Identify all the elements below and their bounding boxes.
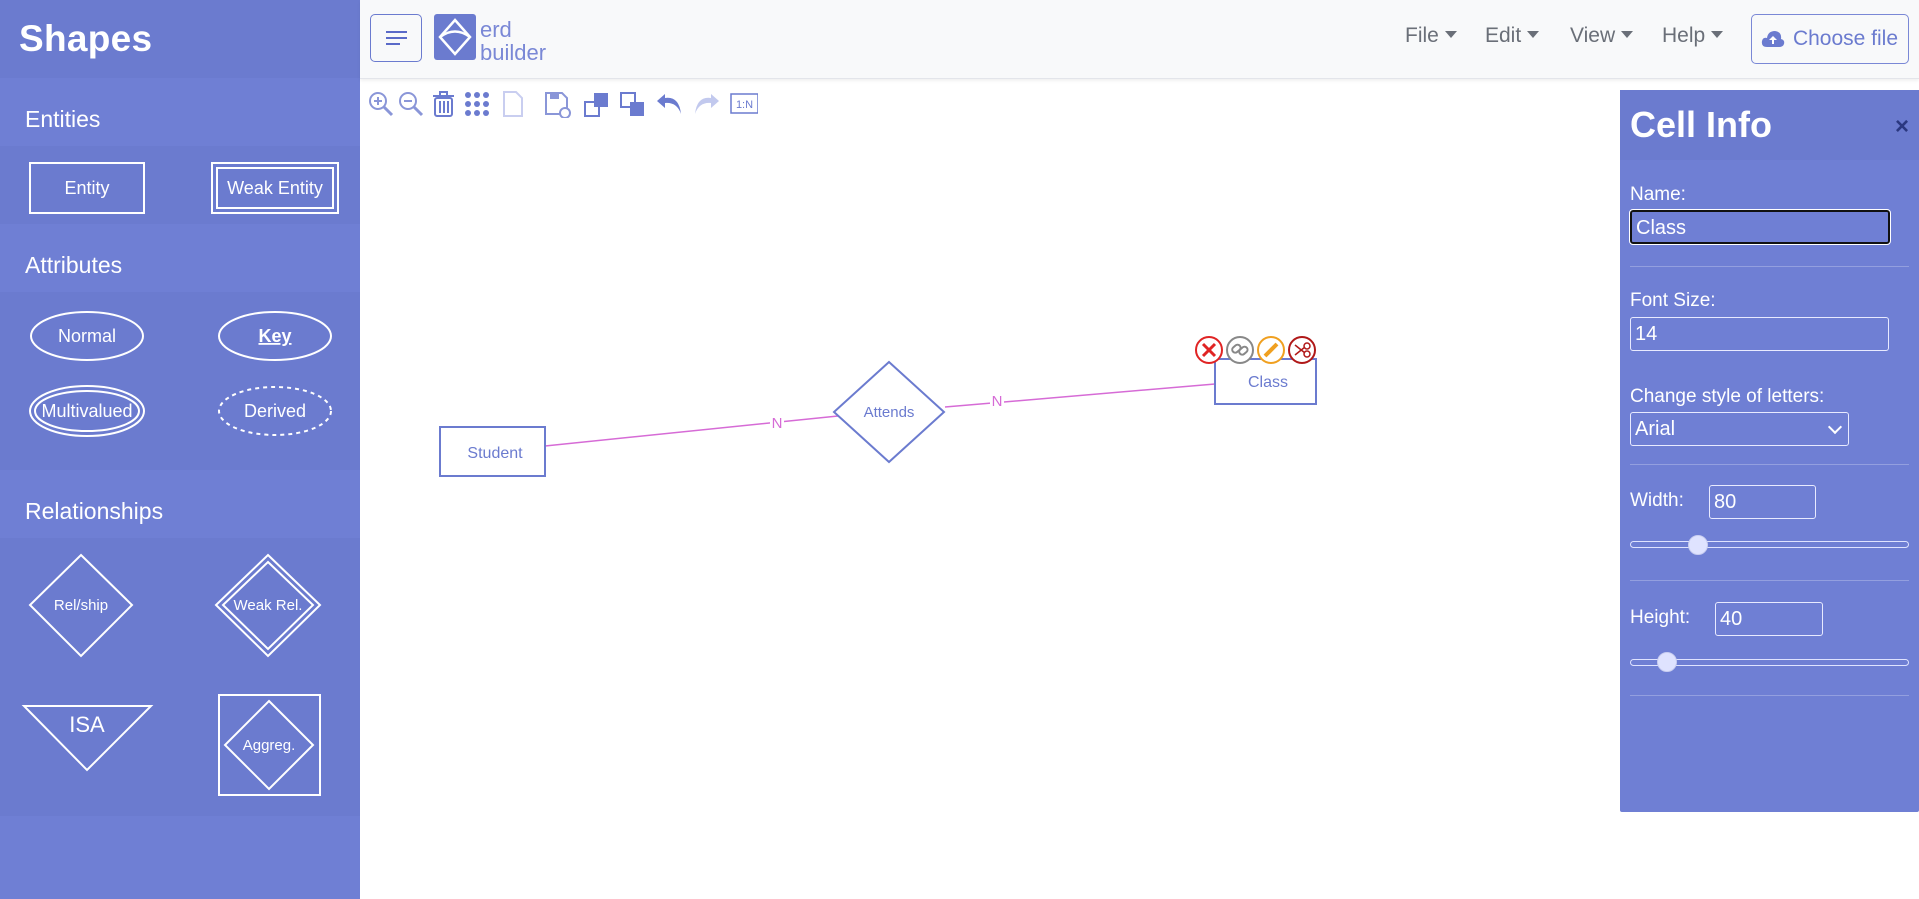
menu-edit[interactable]: Edit bbox=[1485, 24, 1540, 48]
close-icon[interactable]: × bbox=[1895, 92, 1909, 162]
font-style-select[interactable]: Arial bbox=[1630, 412, 1849, 446]
cardinality-label-right: N bbox=[992, 393, 1003, 410]
chevron-down-icon bbox=[1827, 419, 1843, 435]
send-back-icon[interactable] bbox=[619, 90, 647, 118]
cloud-upload-icon bbox=[1761, 31, 1785, 47]
entity-label: Entity bbox=[64, 178, 109, 198]
name-input[interactable]: Class bbox=[1629, 209, 1891, 245]
logo-text: erd builder bbox=[480, 18, 546, 64]
entity-student[interactable]: Student bbox=[439, 426, 546, 477]
aggreg-label: Aggreg. bbox=[243, 737, 296, 754]
relationship-attends[interactable]: Attends bbox=[832, 360, 946, 464]
multivalued-attribute-shape[interactable]: Multivalued bbox=[29, 385, 145, 437]
logo-line2: builder bbox=[480, 40, 547, 65]
height-label: Height: bbox=[1630, 607, 1691, 628]
multivalued-label: Multivalued bbox=[41, 401, 132, 421]
derived-attribute-shape[interactable]: Derived bbox=[218, 386, 332, 436]
delete-cell-icon[interactable] bbox=[1195, 336, 1223, 364]
cardinality-label-left: N bbox=[772, 415, 783, 432]
entity-class-label: Class bbox=[1248, 374, 1288, 391]
undo-icon[interactable] bbox=[655, 90, 683, 118]
key-label: Key bbox=[258, 326, 291, 346]
font-style-label: Change style of letters: bbox=[1630, 386, 1825, 407]
isa-label: ISA bbox=[69, 712, 105, 737]
chevron-down-icon bbox=[1444, 31, 1457, 39]
bring-front-icon[interactable] bbox=[583, 90, 611, 118]
isa-shape[interactable]: ISA bbox=[21, 705, 154, 772]
menu-help[interactable]: Help bbox=[1662, 24, 1724, 48]
sidebar-title: Shapes bbox=[0, 0, 360, 78]
shapes-sidebar: Shapes Entities Entity Weak Entity Attri… bbox=[0, 0, 360, 899]
width-input[interactable]: 80 bbox=[1709, 485, 1816, 519]
weak-rel-label: Weak Rel. bbox=[234, 597, 303, 614]
relship-shape[interactable]: Rel/ship bbox=[28, 553, 134, 658]
cell-info-panel: Cell Info × Name: Class Font Size: 14 Ch… bbox=[1620, 90, 1919, 812]
top-navbar: erd builder File Edit View Help Choose f… bbox=[360, 0, 1919, 79]
chevron-down-icon bbox=[1621, 31, 1634, 39]
key-attribute-shape[interactable]: Key bbox=[218, 311, 332, 361]
menu-view[interactable]: View bbox=[1570, 24, 1634, 48]
normal-label: Normal bbox=[58, 326, 116, 346]
width-slider[interactable] bbox=[1630, 541, 1909, 548]
section-entities: Entities bbox=[25, 106, 101, 132]
height-slider-thumb[interactable] bbox=[1657, 652, 1677, 672]
save-icon[interactable] bbox=[543, 90, 571, 118]
redo-icon[interactable] bbox=[691, 90, 719, 118]
cell-info-title: Cell Info bbox=[1630, 104, 1772, 145]
cardinality-icon[interactable]: 1:N bbox=[730, 90, 758, 118]
edge-attends-class[interactable] bbox=[944, 383, 1216, 408]
width-slider-thumb[interactable] bbox=[1688, 535, 1708, 555]
menu-file[interactable]: File bbox=[1405, 24, 1457, 48]
choose-file-button[interactable]: Choose file bbox=[1751, 14, 1909, 64]
edit-cell-icon[interactable] bbox=[1257, 336, 1285, 364]
font-size-label: Font Size: bbox=[1630, 290, 1716, 311]
logo-line1: erd bbox=[480, 17, 512, 42]
relationships-area: Rel/ship Weak Rel. ISA Aggreg. bbox=[0, 538, 360, 816]
derived-label: Derived bbox=[244, 401, 306, 421]
weak-entity-label: Weak Entity bbox=[227, 178, 323, 198]
entity-student-label: Student bbox=[467, 445, 523, 462]
entities-area: Entity Weak Entity bbox=[0, 146, 360, 224]
trash-icon[interactable] bbox=[430, 90, 458, 118]
font-size-input[interactable]: 14 bbox=[1630, 317, 1889, 351]
width-label: Width: bbox=[1630, 490, 1684, 511]
cell-info-header: Cell Info × bbox=[1620, 90, 1919, 160]
link-cell-icon[interactable] bbox=[1226, 336, 1254, 364]
section-attributes: Attributes bbox=[25, 252, 123, 278]
entity-class[interactable]: Class bbox=[1214, 358, 1317, 405]
normal-attribute-shape[interactable]: Normal bbox=[30, 311, 144, 361]
relationship-attends-label: Attends bbox=[864, 404, 915, 421]
height-input[interactable]: 40 bbox=[1715, 602, 1823, 636]
zoom-out-icon[interactable] bbox=[397, 90, 425, 118]
cardinality-label: 1:N bbox=[736, 99, 753, 111]
entity-shape[interactable]: Entity bbox=[29, 162, 145, 214]
erd-logo-icon bbox=[434, 14, 476, 65]
weak-rel-shape[interactable]: Weak Rel. bbox=[214, 553, 322, 658]
aggreg-shape[interactable]: Aggreg. bbox=[218, 694, 321, 796]
relship-label: Rel/ship bbox=[54, 597, 108, 614]
weak-entity-shape[interactable]: Weak Entity bbox=[211, 162, 339, 214]
sidebar-toggle-button[interactable] bbox=[370, 14, 422, 62]
edge-student-attends[interactable] bbox=[544, 415, 839, 447]
section-relationships: Relationships bbox=[25, 498, 164, 524]
name-label: Name: bbox=[1630, 184, 1686, 205]
page-icon[interactable] bbox=[499, 90, 527, 118]
chevron-down-icon bbox=[1711, 31, 1724, 39]
diagram-canvas[interactable]: N N Student Attends Class bbox=[360, 120, 1620, 899]
attributes-area: Normal Key Multivalued Derived bbox=[0, 292, 360, 470]
zoom-in-icon[interactable] bbox=[367, 90, 395, 118]
chevron-down-icon bbox=[1527, 31, 1540, 39]
grid-icon[interactable] bbox=[463, 90, 491, 118]
cut-cell-icon[interactable] bbox=[1288, 336, 1316, 364]
